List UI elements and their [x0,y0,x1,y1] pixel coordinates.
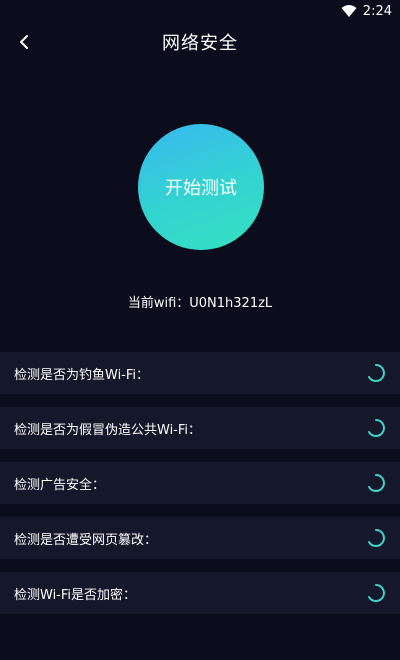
check-item-phishing-wifi: 检测是否为钓鱼Wi-Fi： [0,352,400,394]
page-title: 网络安全 [162,33,238,54]
check-item-label: 检测是否为假冒伪造公共Wi-Fi： [14,422,202,438]
check-item-page-tampering: 检测是否遭受网页篡改： [0,517,400,559]
back-button[interactable] [10,28,38,56]
status-bar: 2:24 [0,0,400,22]
check-item-wifi-encryption: 检测Wi-Fi是否加密： [0,572,400,614]
loading-spinner-icon [368,584,385,602]
check-item-label: 检测是否遭受网页篡改： [14,532,158,548]
status-time: 2:24 [362,3,392,19]
check-item-fake-public-wifi: 检测是否为假冒伪造公共Wi-Fi： [0,407,400,449]
check-item-ad-safety: 检测广告安全： [0,462,400,504]
loading-spinner-icon [368,529,385,547]
chevron-left-icon [20,35,28,49]
loading-spinner-icon [368,474,385,492]
current-wifi-label: 当前wifi：U0N1h321zL [127,296,273,311]
check-item-label: 检测广告安全： [14,477,106,493]
loading-spinner-icon [368,419,385,437]
wifi-icon [341,5,357,17]
app-header: 网络安全 [0,22,400,62]
check-item-label: 检测是否为钓鱼Wi-Fi： [14,367,150,383]
start-test-button[interactable]: 开始测试 [138,124,264,250]
check-item-label: 检测Wi-Fi是否加密： [14,587,137,603]
loading-spinner-icon [368,364,385,382]
